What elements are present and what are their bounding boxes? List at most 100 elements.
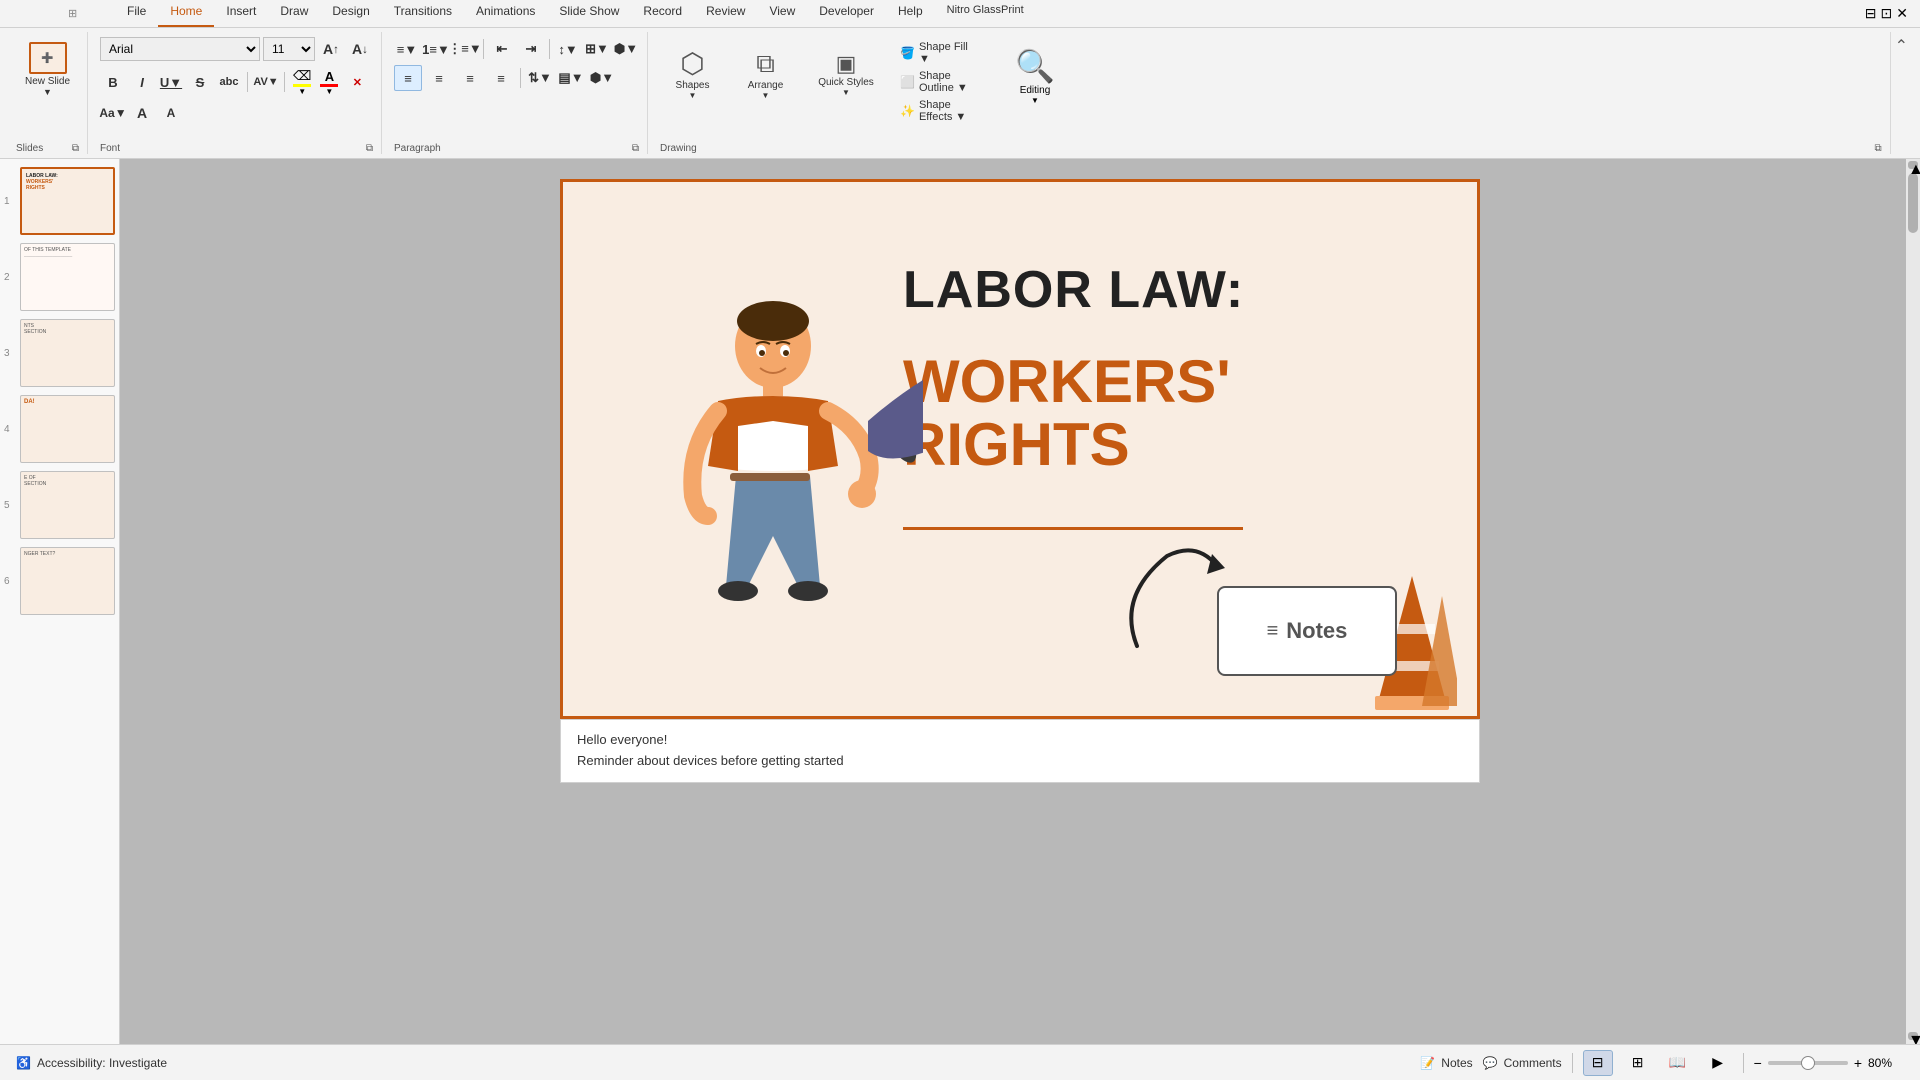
- comments-btn[interactable]: 💬 Comments: [1483, 1056, 1562, 1070]
- slide-thumb-6[interactable]: NGER TEXT?: [20, 547, 115, 615]
- columns-btn[interactable]: ⊞▼: [584, 36, 610, 62]
- reading-view-btn[interactable]: 📖: [1663, 1050, 1693, 1076]
- slide-thumb-4[interactable]: DA!: [20, 395, 115, 463]
- tab-review[interactable]: Review: [694, 0, 757, 27]
- text-direction-btn[interactable]: ⇅▼: [526, 65, 554, 91]
- numbering-btn[interactable]: 1≡▼: [423, 36, 449, 62]
- normal-view-btn[interactable]: ⊟: [1583, 1050, 1613, 1076]
- shape-fill-btn[interactable]: 🪣Shape Fill ▼: [894, 40, 984, 66]
- clear-format-btn[interactable]: ✕: [344, 69, 370, 95]
- font-family-select[interactable]: Arial: [100, 37, 260, 61]
- notes-area: Hello everyone! Reminder about devices b…: [560, 719, 1480, 783]
- tab-design[interactable]: Design: [320, 0, 381, 27]
- quick-styles-button[interactable]: ▣ Quick Styles ▼: [806, 36, 886, 111]
- tab-home[interactable]: Home: [158, 0, 214, 27]
- increase-indent-btn[interactable]: ⇥: [518, 36, 544, 62]
- tab-draw[interactable]: Draw: [268, 0, 320, 27]
- tab-insert[interactable]: Insert: [214, 0, 268, 27]
- slide-title-orange: WORKERS' RIGHTS: [903, 350, 1231, 476]
- underline-button[interactable]: U▼: [158, 69, 184, 95]
- font-size-select[interactable]: 11: [263, 37, 315, 61]
- comments-icon: 💬: [1483, 1056, 1498, 1070]
- line-spacing-btn[interactable]: ↕▼: [555, 36, 581, 62]
- decrease-font-btn[interactable]: A↓: [347, 36, 373, 62]
- tab-help[interactable]: Help: [886, 0, 935, 27]
- font-group: Arial 11 A↑ A↓ B I U▼ S abc AV▼: [92, 32, 382, 154]
- collapse-ribbon-btn[interactable]: ⌃: [1895, 36, 1908, 56]
- tab-file[interactable]: File: [115, 0, 158, 27]
- slide-thumb-2[interactable]: OF THIS TEMPLATE─────────────────: [20, 243, 115, 311]
- increase-font-btn[interactable]: A↑: [318, 36, 344, 62]
- slideshow-btn[interactable]: ▶: [1703, 1050, 1733, 1076]
- minimize-btn[interactable]: ⊟: [1865, 5, 1877, 22]
- notes-status-icon: 📝: [1420, 1056, 1435, 1070]
- tab-view[interactable]: View: [757, 0, 807, 27]
- char-spacing-btn[interactable]: AV▼: [253, 69, 279, 95]
- tab-animations[interactable]: Animations: [464, 0, 547, 27]
- notes-popup: ≡ Notes: [1217, 586, 1397, 676]
- worker-illustration: [613, 266, 923, 716]
- font-size-up-btn[interactable]: A: [129, 100, 155, 126]
- slide-thumb-3[interactable]: NTSSECTION: [20, 319, 115, 387]
- zoom-slider[interactable]: [1768, 1061, 1848, 1065]
- maximize-btn[interactable]: ⊡: [1881, 5, 1893, 22]
- shadow-button[interactable]: abc: [216, 69, 242, 95]
- tab-record[interactable]: Record: [631, 0, 694, 27]
- align-right-btn[interactable]: ≡: [456, 65, 484, 91]
- divider2: [1743, 1053, 1744, 1073]
- align-center-btn[interactable]: ≡: [425, 65, 453, 91]
- justify-btn[interactable]: ≡: [487, 65, 515, 91]
- bold-button[interactable]: B: [100, 69, 126, 95]
- font-size-down-btn[interactable]: A: [158, 100, 184, 126]
- text-highlight-btn[interactable]: ⌫ ▼: [290, 67, 314, 97]
- decrease-indent-btn[interactable]: ⇤: [489, 36, 515, 62]
- italic-button[interactable]: I: [129, 69, 155, 95]
- arrow-annotation: [1107, 536, 1227, 661]
- tab-developer[interactable]: Developer: [807, 0, 886, 27]
- divider2: [284, 72, 285, 92]
- status-bar: ♿ Accessibility: Investigate 📝 Notes 💬 C…: [0, 1044, 1920, 1080]
- slide-thumb-1[interactable]: LABOR LAW: WORKERS' RIGHTS: [20, 167, 115, 235]
- zoom-out-btn[interactable]: −: [1754, 1055, 1762, 1071]
- slides-panel: 1 LABOR LAW: WORKERS' RIGHTS 2 OF THIS T…: [0, 159, 120, 1044]
- smartart2-btn[interactable]: ⬢▼: [588, 65, 616, 91]
- divider: [247, 72, 248, 92]
- zoom-in-btn[interactable]: +: [1854, 1055, 1862, 1071]
- drawing-group: ⬡ Shapes ▼ ⧉ Arrange ▼ ▣ Quick Styles ▼: [652, 32, 1891, 154]
- slide-thumb-5[interactable]: E OFSECTION: [20, 471, 115, 539]
- slide-sorter-btn[interactable]: ⊞: [1623, 1050, 1653, 1076]
- tab-slideshow[interactable]: Slide Show: [547, 0, 631, 27]
- multilevel-btn[interactable]: ⋮≡▼: [452, 36, 478, 62]
- bullets-btn[interactable]: ≡▼: [394, 36, 420, 62]
- tab-transitions[interactable]: Transitions: [382, 0, 464, 27]
- arrange-button[interactable]: ⧉ Arrange ▼: [733, 36, 798, 111]
- notes-icon: ≡: [1267, 620, 1279, 643]
- strikethrough-button[interactable]: S: [187, 69, 213, 95]
- notes-line1: Hello everyone!: [577, 730, 1463, 751]
- scroll-up-btn[interactable]: ▲: [1908, 161, 1918, 169]
- scroll-down-btn[interactable]: ▼: [1908, 1032, 1918, 1040]
- scrollbar-right[interactable]: ▲ ▼: [1906, 159, 1920, 1044]
- divider: [1572, 1053, 1573, 1073]
- font-color-btn[interactable]: A ▼: [317, 68, 341, 97]
- slide-divider: [903, 527, 1243, 530]
- shapes-button[interactable]: ⬡ Shapes ▼: [660, 36, 725, 111]
- tab-nitro[interactable]: Nitro GlassPrint: [935, 0, 1036, 27]
- notes-popup-label: Notes: [1286, 618, 1347, 644]
- slide-title-black: LABOR LAW:: [903, 262, 1244, 319]
- shape-effects-btn[interactable]: ✨Shape Effects ▼: [894, 98, 984, 124]
- align-left-btn[interactable]: ≡: [394, 65, 422, 91]
- notes-btn[interactable]: 📝 Notes: [1420, 1056, 1472, 1070]
- new-slide-button[interactable]: ➕ New Slide ▼: [19, 40, 76, 99]
- editing-button[interactable]: 🔍 Editing ▼: [1000, 36, 1070, 116]
- accessibility-btn[interactable]: ♿ Accessibility: Investigate: [16, 1056, 167, 1070]
- slide-canvas: LABOR LAW: WORKERS' RIGHTS: [560, 179, 1480, 719]
- slides-group: ➕ New Slide ▼ Slides ⧉: [8, 32, 88, 154]
- align-text-btn[interactable]: ▤▼: [557, 65, 585, 91]
- change-case-btn[interactable]: Aa▼: [100, 100, 126, 126]
- shape-outline-btn[interactable]: ⬜Shape Outline ▼: [894, 69, 984, 95]
- zoom-level[interactable]: 80%: [1868, 1056, 1904, 1070]
- scroll-thumb[interactable]: [1908, 173, 1918, 233]
- close-btn[interactable]: ✕: [1896, 5, 1908, 22]
- smart-art-btn[interactable]: ⬢▼: [613, 36, 639, 62]
